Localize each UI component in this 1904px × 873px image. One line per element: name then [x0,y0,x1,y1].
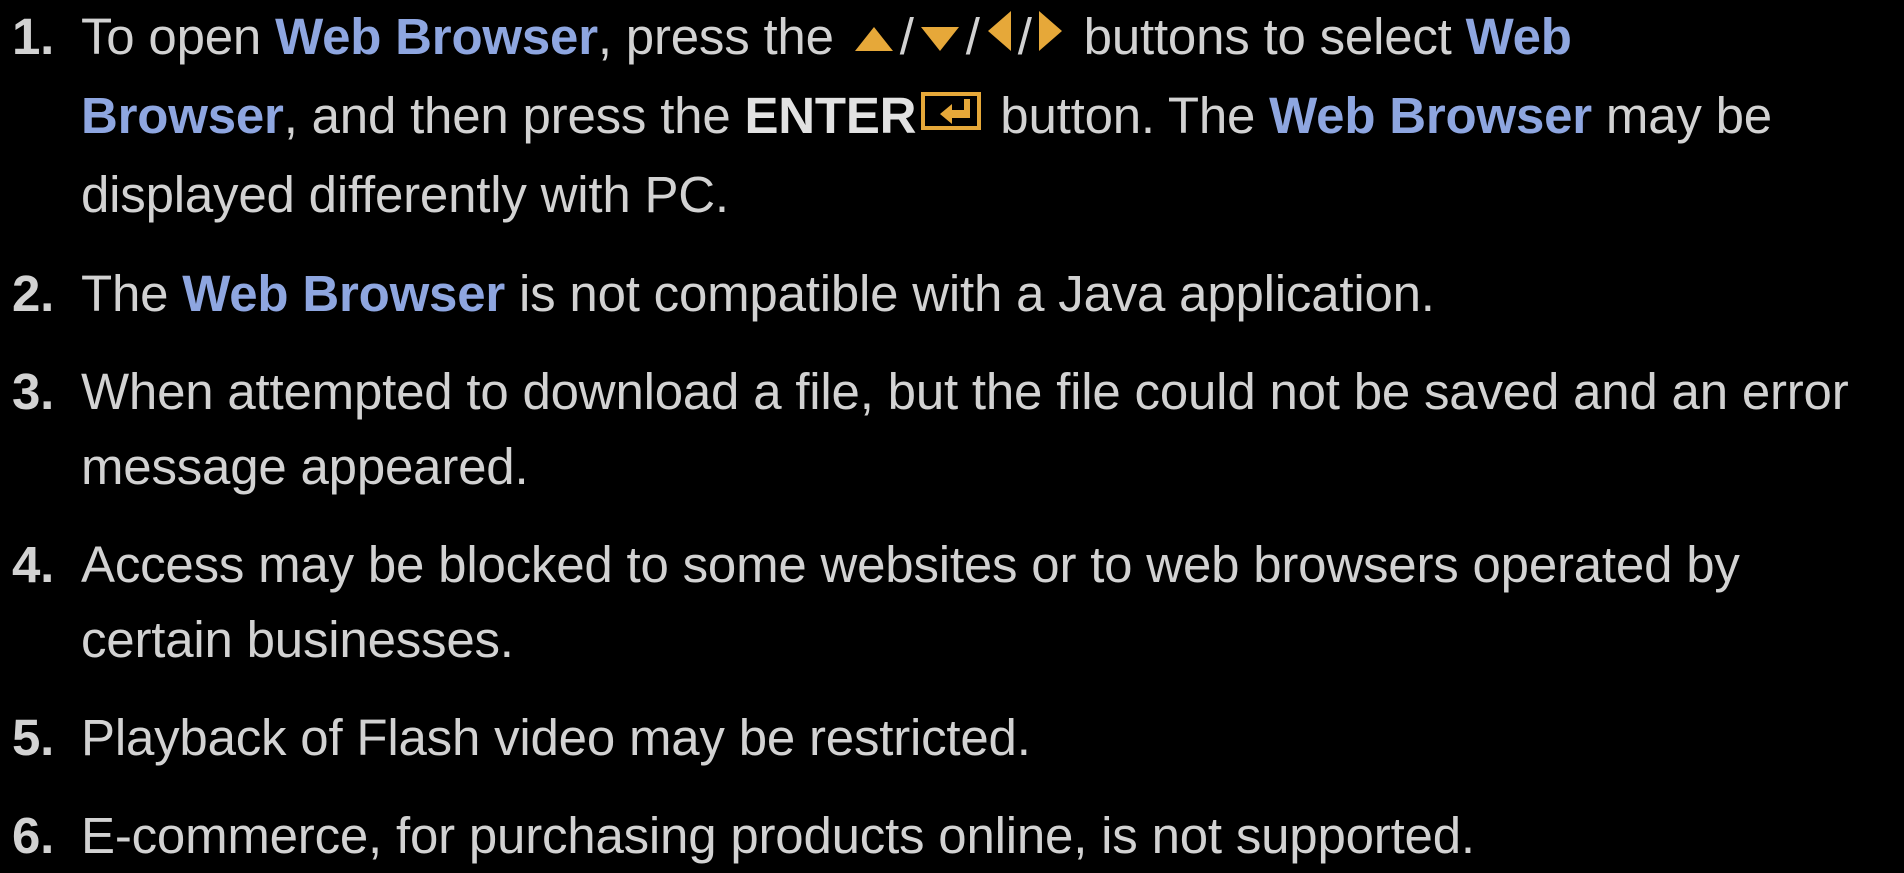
up-arrow-icon [852,0,896,74]
item-number: 3. [12,363,55,421]
item-line: When attempted to download a file, but t… [81,363,1849,421]
list-item: 1. To open Web Browser, press the / / / bu… [12,0,1900,232]
highlight-web-browser: Web Browser [275,8,598,65]
text: To open [81,8,276,65]
separator: / [1017,8,1032,65]
left-arrow-icon [984,0,1014,74]
text: may be [1591,87,1772,145]
enter-label: ENTER [744,87,917,145]
right-arrow-icon [1036,0,1066,74]
separator: / [899,8,914,65]
item-number: 4. [12,536,55,594]
list-item: 6. E-commerce, for purchasing products o… [12,798,1900,873]
text: , press the [597,8,848,65]
down-arrow-icon [918,0,962,74]
highlight-web-browser: Web Browser [1269,87,1592,145]
highlight-web-browser: Web Browser [182,265,506,323]
text: The [81,265,183,323]
item-number: 2. [12,265,55,323]
text: button. The [986,87,1270,145]
text: is not compatible with a Java applicatio… [505,265,1435,323]
item-line: message appeared. [81,438,529,496]
highlight-browser: Browser [81,87,284,145]
list-item: 3. When attempted to download a file, bu… [12,354,1900,504]
item-line: Playback of Flash video may be restricte… [81,709,1031,767]
item-line: displayed differently with PC. [81,166,729,224]
list-item: 4. Access may be blocked to some website… [12,527,1900,677]
item-line: E-commerce, for purchasing products onli… [81,807,1475,865]
list-item: 5. Playback of Flash video may be restri… [12,700,1900,775]
item-number: 6. [12,807,55,865]
item-line: The Web Browser is not compatible with a… [81,256,1900,331]
text: buttons to select [1069,8,1466,65]
item-line: Access may be blocked to some websites o… [81,536,1740,594]
text: , and then press the [283,87,745,145]
enter-icon [920,78,982,153]
list-item: 2. The Web Browser is not compatible wit… [12,256,1900,331]
item-number: 5. [12,709,55,767]
separator: / [965,8,980,65]
item-number: 1. [12,8,55,65]
instruction-list: 1. To open Web Browser, press the / / / bu… [12,0,1900,873]
highlight-web: Web [1465,8,1572,65]
item-line: To open Web Browser, press the / / / butto… [81,0,1900,78]
item-line: certain businesses. [81,611,514,669]
item-line: Browser, and then press the ENTER button… [81,78,1900,157]
